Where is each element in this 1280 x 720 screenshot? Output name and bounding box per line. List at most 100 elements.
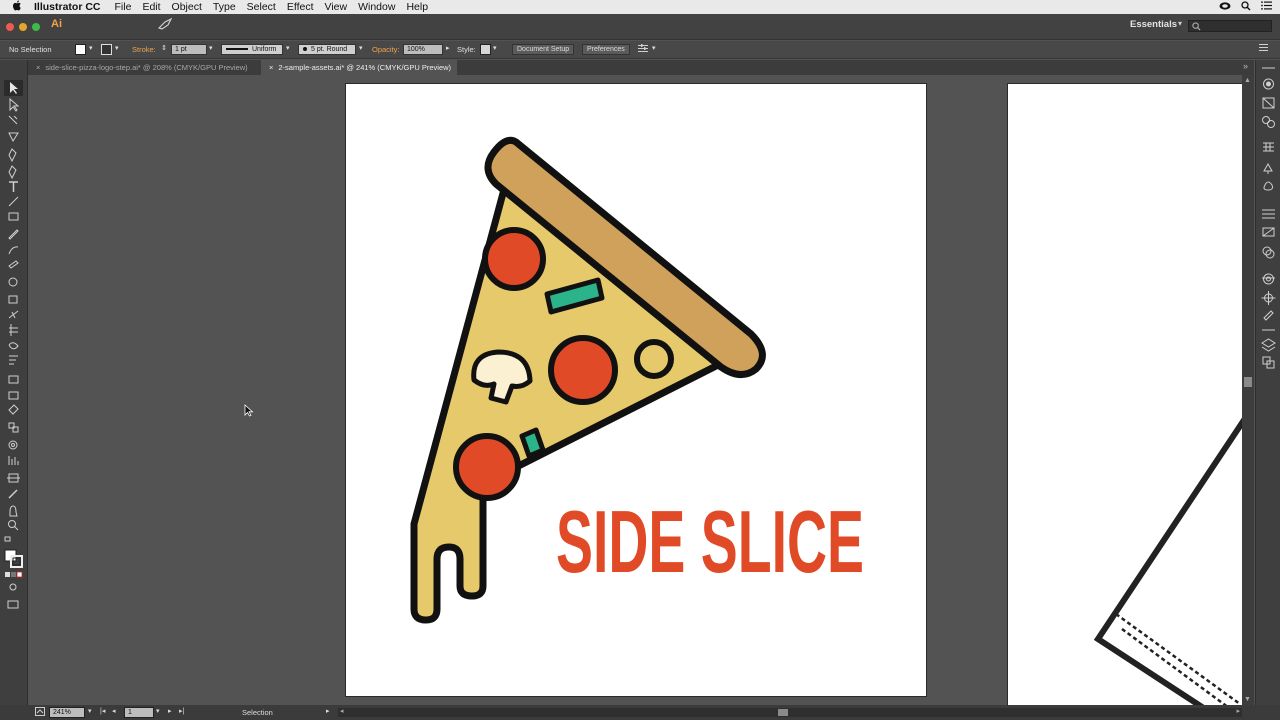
artboards-icon[interactable] xyxy=(1263,356,1274,367)
close-window-button[interactable] xyxy=(6,23,14,31)
fill-swatch[interactable] xyxy=(75,44,86,55)
mesh-tool[interactable] xyxy=(8,376,19,387)
tab-2-sample-assets[interactable]: × 2-sample-assets.ai* @ 241% (CMYK/GPU Pr… xyxy=(261,60,457,75)
artboard-dropdown-icon[interactable]: ▾ xyxy=(156,707,160,715)
canvas-area[interactable]: SIDE SLICE xyxy=(28,75,1242,705)
direct-selection-tool[interactable] xyxy=(8,99,19,110)
symbols-icon[interactable] xyxy=(1263,163,1274,174)
screen-mode-button[interactable] xyxy=(8,600,19,611)
menu-file[interactable]: File xyxy=(115,1,132,13)
lasso-tool[interactable] xyxy=(8,133,19,144)
stroke-stepper-icon[interactable]: ⇕ xyxy=(161,44,167,52)
vertical-scroll-thumb[interactable] xyxy=(1244,377,1252,387)
menu-help[interactable]: Help xyxy=(406,1,428,13)
pen-tool[interactable] xyxy=(8,149,19,160)
fill-dropdown-icon[interactable]: ▾ xyxy=(89,44,93,52)
vertical-scrollbar[interactable]: ▲ ▼ xyxy=(1242,75,1254,705)
app-menu[interactable]: Illustrator CC xyxy=(34,1,101,13)
horizontal-scrollbar[interactable]: ◂ ▸ xyxy=(338,708,1242,717)
tab-side-slice-pizza-logo-step[interactable]: × side-slice-pizza-logo-step.ai* @ 208% (… xyxy=(28,60,260,75)
transparency-icon[interactable] xyxy=(1263,246,1274,257)
color-panel-icon[interactable] xyxy=(1263,98,1274,109)
notification-center-icon[interactable] xyxy=(1261,1,1272,13)
transform-icon[interactable] xyxy=(1263,310,1274,321)
preferences-button[interactable]: Preferences xyxy=(582,44,630,55)
menu-edit[interactable]: Edit xyxy=(142,1,160,13)
symbol-sprayer-tool[interactable] xyxy=(8,440,19,451)
minimize-window-button[interactable] xyxy=(19,23,27,31)
zoom-window-button[interactable] xyxy=(32,23,40,31)
hand-tool[interactable] xyxy=(8,506,19,517)
brush-definition-select[interactable]: 5 pt. Round xyxy=(298,44,356,55)
pizza-logo-artwork[interactable]: SIDE SLICE xyxy=(346,84,928,698)
artboard-sample-assets[interactable] xyxy=(1007,83,1242,705)
scroll-left-icon[interactable]: ◂ xyxy=(340,707,344,715)
free-transform-tool[interactable] xyxy=(8,324,19,335)
menu-view[interactable]: View xyxy=(325,1,348,13)
fill-stroke-indicator[interactable] xyxy=(5,550,22,567)
graphic-style-swatch[interactable] xyxy=(480,44,491,55)
layers-icon[interactable] xyxy=(1263,338,1274,349)
zoom-dropdown-icon[interactable]: ▾ xyxy=(88,707,92,715)
document-setup-button[interactable]: Document Setup xyxy=(512,44,575,55)
gpu-performance-icon[interactable] xyxy=(157,17,173,35)
paintbrush-tool[interactable] xyxy=(8,230,19,241)
menu-window[interactable]: Window xyxy=(358,1,395,13)
control-bar-options-icon[interactable] xyxy=(1259,44,1268,53)
perspective-grid-tool[interactable] xyxy=(8,356,19,367)
eraser-tool[interactable] xyxy=(8,261,19,272)
scale-tool[interactable] xyxy=(8,295,19,306)
color-mode-buttons[interactable] xyxy=(5,572,22,577)
horizontal-scroll-thumb[interactable] xyxy=(778,709,788,716)
stroke-swatch[interactable] xyxy=(101,44,112,55)
shape-builder-tool[interactable] xyxy=(8,340,19,351)
previous-artboard-icon[interactable]: ◂ xyxy=(112,707,116,715)
drawing-mode-button[interactable] xyxy=(8,583,19,594)
rectangle-tool[interactable] xyxy=(8,213,19,224)
opacity-dropdown-icon[interactable]: ▸ xyxy=(446,44,450,52)
control-panel-menu-icon[interactable]: ▾ xyxy=(652,44,656,52)
stroke-label[interactable]: Stroke: xyxy=(132,45,156,54)
scroll-up-icon[interactable]: ▲ xyxy=(1244,77,1251,84)
menu-type[interactable]: Type xyxy=(213,1,236,13)
artboard-number-field[interactable]: 1 xyxy=(124,707,154,718)
workspace-switcher[interactable]: Essentials xyxy=(1130,19,1177,30)
eyedropper-tool[interactable] xyxy=(8,405,19,416)
status-menu-icon[interactable]: ▸ xyxy=(326,707,330,715)
apple-icon[interactable] xyxy=(12,0,24,14)
brush-dropdown-icon[interactable]: ▾ xyxy=(359,44,363,52)
brushes-icon[interactable] xyxy=(1263,142,1274,153)
magic-wand-tool[interactable] xyxy=(8,116,19,127)
creative-cloud-icon[interactable] xyxy=(1219,1,1231,13)
stroke-weight-dropdown-icon[interactable]: ▾ xyxy=(209,44,213,52)
stroke-dropdown-icon[interactable]: ▾ xyxy=(115,44,119,52)
color-guide-icon[interactable] xyxy=(1263,78,1274,89)
next-artboard-icon[interactable]: ▸ xyxy=(168,707,172,715)
menu-effect[interactable]: Effect xyxy=(287,1,314,13)
line-segment-tool[interactable] xyxy=(8,197,19,208)
stroke-weight-field[interactable]: 1 pt xyxy=(171,44,207,55)
slice-tool[interactable] xyxy=(8,490,19,501)
workspace-chevron-icon[interactable]: ▾ xyxy=(1178,19,1182,28)
artboard-pizza-logo[interactable]: SIDE SLICE xyxy=(345,83,927,697)
width-tool[interactable] xyxy=(8,311,19,322)
zoom-tool[interactable] xyxy=(8,520,19,531)
first-artboard-icon[interactable]: |◂ xyxy=(100,707,105,715)
type-tool[interactable] xyxy=(8,182,19,193)
spotlight-icon[interactable] xyxy=(1241,0,1251,14)
selection-tool[interactable] xyxy=(8,80,19,91)
tabs-overflow-icon[interactable]: » xyxy=(1243,61,1248,71)
gradient-panel-icon[interactable] xyxy=(1263,226,1274,237)
style-dropdown-icon[interactable]: ▾ xyxy=(493,44,497,52)
opacity-label[interactable]: Opacity: xyxy=(372,45,400,54)
rotate-tool[interactable] xyxy=(8,278,19,289)
align-icon[interactable] xyxy=(1263,292,1274,303)
close-tab-icon[interactable]: × xyxy=(269,63,273,72)
close-tab-icon[interactable]: × xyxy=(36,63,40,72)
blend-tool[interactable] xyxy=(8,423,19,434)
appearance-icon[interactable] xyxy=(1263,274,1274,285)
variable-width-profile-select[interactable]: Uniform xyxy=(221,44,283,55)
opacity-field[interactable]: 100% xyxy=(403,44,443,55)
menu-object[interactable]: Object xyxy=(172,1,202,13)
arrange-icon[interactable] xyxy=(638,44,648,55)
